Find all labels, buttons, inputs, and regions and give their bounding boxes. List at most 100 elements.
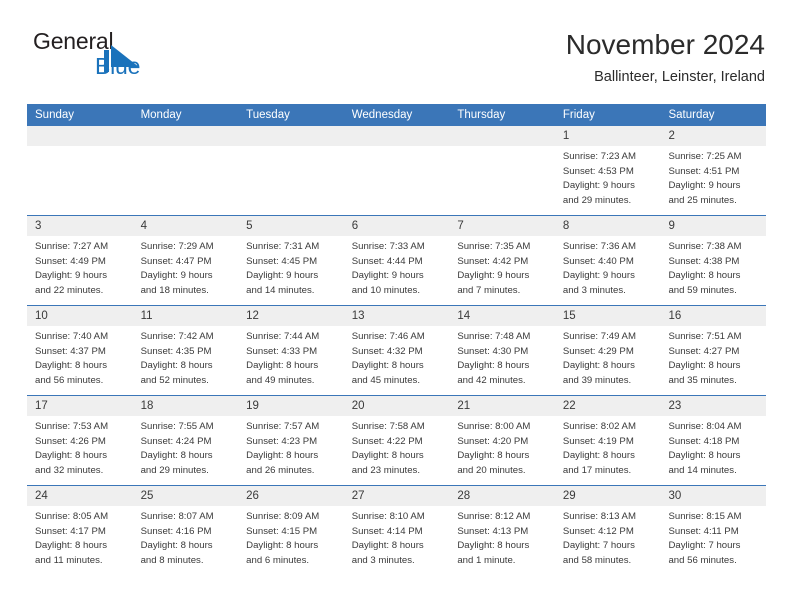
day-detail-line: Sunrise: 7:58 AM [351, 421, 425, 432]
day-cell[interactable]: 22 Sunrise: 8:02 AM Sunset: 4:19 PM Dayligh… [554, 396, 661, 485]
day-number: 18 [140, 400, 154, 412]
day-number: 29 [562, 490, 576, 502]
day-detail-line: and 18 minutes. [140, 284, 209, 296]
day-cell[interactable]: 20 Sunrise: 7:58 AM Sunset: 4:22 PM Dayligh… [343, 396, 450, 485]
day-details: Sunrise: 7:36 AM Sunset: 4:40 PM Daylight:… [555, 236, 661, 298]
day-detail-line: and 3 minutes. [351, 554, 415, 566]
calendar-weeks: 1 Sunrise: 7:23 AM Sunset: 4:53 PM Daylight… [27, 126, 767, 575]
day-cell[interactable]: 19 Sunrise: 7:57 AM Sunset: 4:23 PM Dayligh… [238, 396, 344, 485]
day-cell[interactable]: 9 Sunrise: 7:38 AM Sunset: 4:38 PM Daylight… [660, 216, 767, 305]
day-cell[interactable]: 3 Sunrise: 7:27 AM Sunset: 4:49 PM Daylight… [27, 216, 133, 305]
day-details: Sunrise: 7:55 AM Sunset: 4:24 PM Daylight:… [133, 416, 239, 478]
day-detail-line: Daylight: 8 hours [140, 540, 213, 552]
day-cell[interactable]: 17 Sunrise: 7:53 AM Sunset: 4:26 PM Dayligh… [27, 396, 133, 485]
weekday-header-row: Sunday Monday Tuesday Wednesday Thursday Frid… [27, 104, 766, 126]
day-detail-line: Sunset: 4:22 PM [351, 435, 423, 447]
day-details [344, 146, 450, 150]
brand-logo[interactable]: General Blue [33, 28, 333, 90]
day-detail-line: Daylight: 8 hours [351, 360, 424, 372]
day-number-band: 4 [132, 216, 239, 236]
day-detail-line: Daylight: 9 hours [562, 180, 635, 192]
day-number: 14 [457, 310, 471, 322]
day-number-band: 1 [554, 126, 661, 146]
day-details [27, 146, 133, 150]
day-detail-line: Sunset: 4:33 PM [246, 345, 318, 357]
day-detail-line: Sunset: 4:44 PM [351, 255, 423, 267]
day-cell[interactable]: 5 Sunrise: 7:31 AM Sunset: 4:45 PM Daylight… [238, 216, 344, 305]
day-detail-line: Daylight: 8 hours [668, 270, 741, 282]
day-details [449, 146, 555, 150]
day-detail-line: Sunset: 4:13 PM [457, 525, 529, 537]
day-number-band: 27 [343, 486, 450, 506]
day-cell[interactable]: 27 Sunrise: 8:10 AM Sunset: 4:14 PM Dayligh… [343, 486, 450, 575]
day-cell[interactable]: 4 Sunrise: 7:29 AM Sunset: 4:47 PM Daylight… [132, 216, 239, 305]
day-detail-line: and 22 minutes. [35, 284, 104, 296]
day-detail-line: and 42 minutes. [457, 374, 526, 386]
day-cell[interactable]: 30 Sunrise: 8:15 AM Sunset: 4:11 PM Dayligh… [660, 486, 767, 575]
day-cell[interactable]: 7 Sunrise: 7:35 AM Sunset: 4:42 PM Daylight… [449, 216, 555, 305]
day-number-band: 24 [27, 486, 133, 506]
page-subtitle: Ballinteer, Leinster, Ireland [594, 69, 765, 85]
day-detail-line: Sunset: 4:37 PM [35, 345, 106, 357]
day-cell[interactable]: 15 Sunrise: 7:49 AM Sunset: 4:29 PM Dayligh… [554, 306, 661, 395]
title-block: November 2024 Ballinteer, Leinster, Irel… [566, 28, 765, 88]
day-detail-line: Sunrise: 7:44 AM [246, 331, 320, 342]
day-detail-line: Sunrise: 7:53 AM [35, 421, 109, 432]
day-number: 24 [35, 490, 48, 502]
day-cell[interactable]: 10 Sunrise: 7:40 AM Sunset: 4:37 PM Dayligh… [27, 306, 133, 395]
day-cell[interactable]: 14 Sunrise: 7:48 AM Sunset: 4:30 PM Dayligh… [449, 306, 555, 395]
day-cell[interactable]: 26 Sunrise: 8:09 AM Sunset: 4:15 PM Dayligh… [238, 486, 344, 575]
day-detail-line: and 49 minutes. [246, 374, 315, 386]
day-cell[interactable]: 29 Sunrise: 8:13 AM Sunset: 4:12 PM Dayligh… [554, 486, 661, 575]
day-number: 12 [246, 310, 259, 322]
day-cell[interactable]: 28 Sunrise: 8:12 AM Sunset: 4:13 PM Dayligh… [449, 486, 555, 575]
day-cell[interactable]: 2 Sunrise: 7:25 AM Sunset: 4:51 PM Daylight… [660, 126, 767, 215]
day-cell[interactable]: 6 Sunrise: 7:33 AM Sunset: 4:44 PM Daylight… [343, 216, 450, 305]
day-detail-line: Sunset: 4:14 PM [351, 525, 423, 537]
day-detail-line: and 25 minutes. [668, 194, 737, 206]
day-cell[interactable]: 11 Sunrise: 7:42 AM Sunset: 4:35 PM Dayligh… [132, 306, 239, 395]
day-detail-line: Sunset: 4:20 PM [457, 435, 529, 447]
day-detail-line: and 59 minutes. [668, 284, 737, 296]
day-detail-line: Sunrise: 7:23 AM [562, 151, 636, 162]
day-number-band: 3 [27, 216, 133, 236]
day-cell[interactable]: 18 Sunrise: 7:55 AM Sunset: 4:24 PM Dayligh… [132, 396, 239, 485]
day-number: 3 [35, 220, 42, 232]
day-details: Sunrise: 7:23 AM Sunset: 4:53 PM Daylight:… [555, 146, 661, 208]
day-details: Sunrise: 8:04 AM Sunset: 4:18 PM Daylight:… [660, 416, 766, 478]
day-cell[interactable]: 21 Sunrise: 8:00 AM Sunset: 4:20 PM Dayligh… [449, 396, 555, 485]
day-detail-line: Daylight: 8 hours [457, 540, 530, 552]
weekday-header-saturday: Saturday [668, 109, 715, 121]
day-cell[interactable]: 25 Sunrise: 8:07 AM Sunset: 4:16 PM Dayligh… [132, 486, 239, 575]
day-cell[interactable]: 24 Sunrise: 8:05 AM Sunset: 4:17 PM Dayligh… [27, 486, 133, 575]
day-detail-line: and 14 minutes. [668, 464, 737, 476]
day-number: 9 [668, 220, 675, 232]
day-cell[interactable]: 13 Sunrise: 7:46 AM Sunset: 4:32 PM Dayligh… [343, 306, 450, 395]
day-number-band: 30 [660, 486, 767, 506]
day-number-band: 21 [449, 396, 555, 416]
day-details [133, 146, 239, 150]
day-detail-line: Sunrise: 7:31 AM [246, 241, 320, 252]
weekday-header-wednesday: Wednesday [351, 109, 413, 121]
brand-name-top: General [33, 28, 114, 54]
day-cell[interactable]: 23 Sunrise: 8:04 AM Sunset: 4:18 PM Dayligh… [660, 396, 767, 485]
day-detail-line: Sunset: 4:18 PM [668, 435, 740, 447]
day-details: Sunrise: 7:57 AM Sunset: 4:23 PM Daylight:… [238, 416, 344, 478]
day-number-band: 26 [238, 486, 344, 506]
day-number: 15 [562, 310, 576, 322]
day-detail-line: Sunrise: 7:40 AM [35, 331, 109, 342]
day-cell[interactable]: 8 Sunrise: 7:36 AM Sunset: 4:40 PM Daylight… [554, 216, 661, 305]
day-detail-line: Sunrise: 7:48 AM [457, 331, 531, 342]
day-detail-line: Sunrise: 7:55 AM [140, 421, 214, 432]
day-number: 21 [457, 400, 471, 412]
day-detail-line: Sunset: 4:26 PM [35, 435, 106, 447]
day-detail-line: Sunrise: 8:15 AM [668, 511, 742, 522]
day-cell[interactable]: 1 Sunrise: 7:23 AM Sunset: 4:53 PM Daylight… [554, 126, 661, 215]
day-cell[interactable]: 16 Sunrise: 7:51 AM Sunset: 4:27 PM Dayligh… [660, 306, 767, 395]
day-number-band: 6 [343, 216, 450, 236]
day-detail-line: and 10 minutes. [351, 284, 421, 296]
day-number: 4 [140, 220, 147, 232]
day-cell[interactable]: 12 Sunrise: 7:44 AM Sunset: 4:33 PM Dayligh… [238, 306, 344, 395]
day-detail-line: and 6 minutes. [246, 554, 310, 566]
weekday-header-tuesday: Tuesday [246, 109, 290, 121]
